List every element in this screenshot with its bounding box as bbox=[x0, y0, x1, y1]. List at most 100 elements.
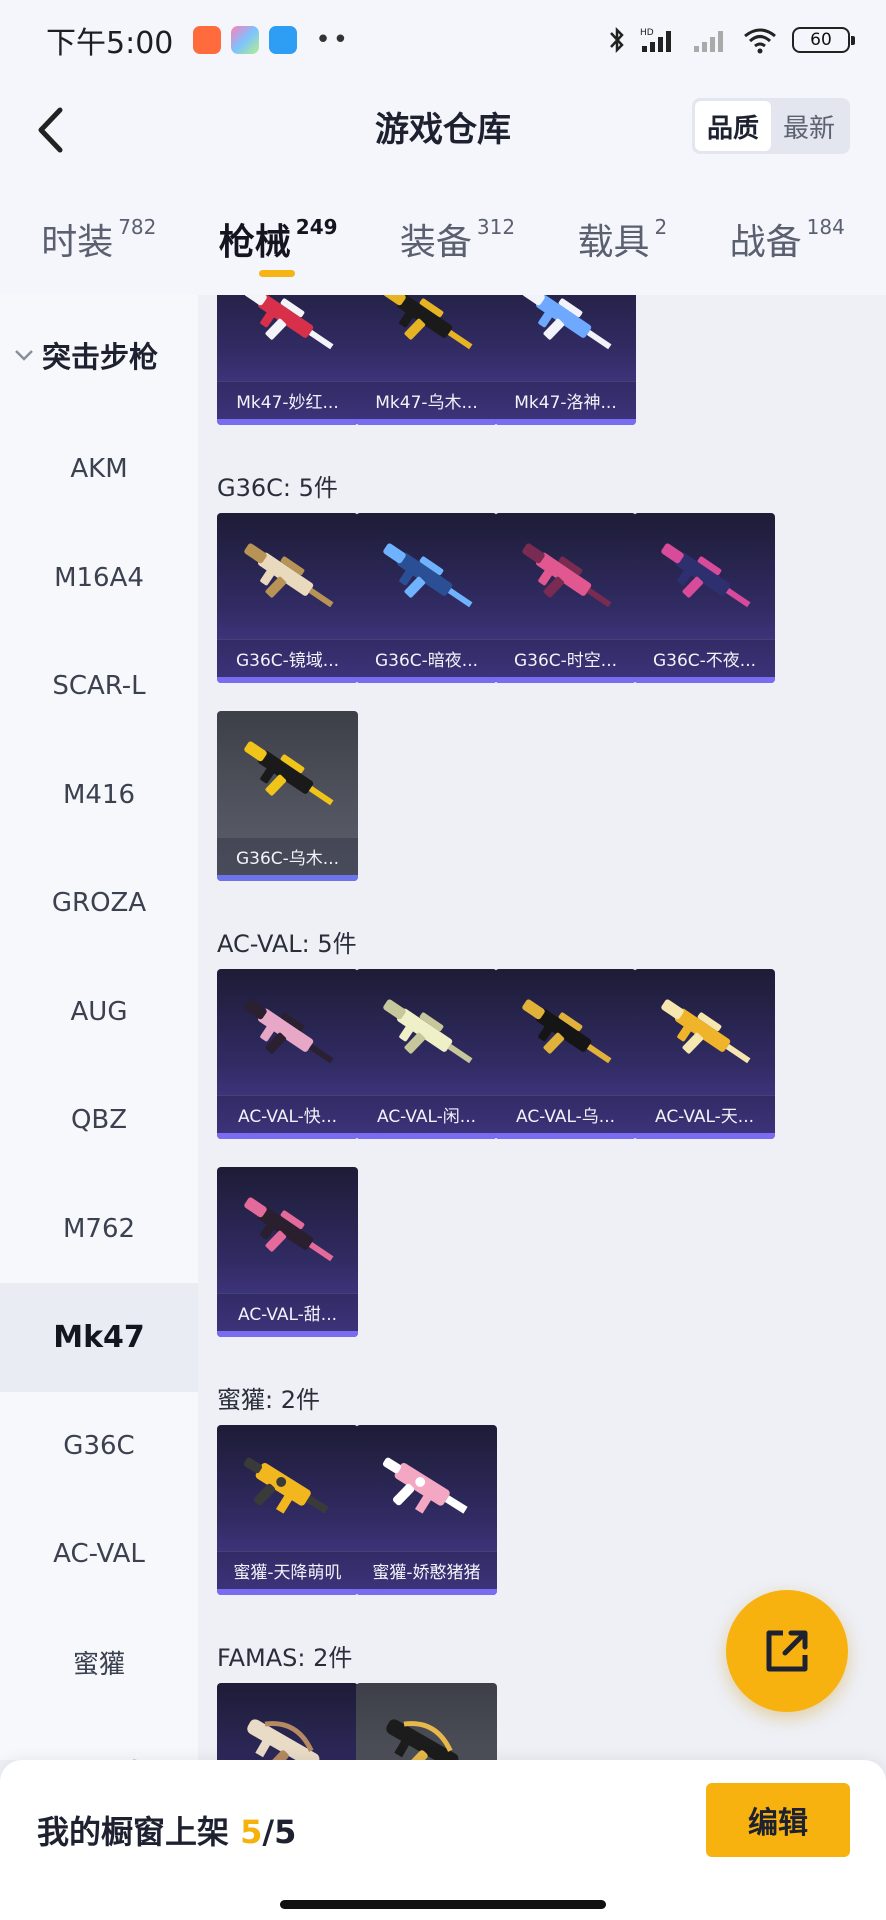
rifle-icon bbox=[244, 999, 334, 1064]
share-button[interactable] bbox=[726, 1590, 848, 1712]
tab-count: 249 bbox=[295, 215, 338, 239]
sort-quality-option[interactable]: 品质 bbox=[695, 101, 771, 151]
status-bar: 下午5:00 •• HD 60 bbox=[0, 0, 886, 80]
sort-toggle: 品质 最新 bbox=[692, 98, 850, 154]
tab-count: 184 bbox=[806, 215, 845, 239]
bullpup-icon bbox=[247, 1719, 320, 1760]
weapon-skin-card[interactable]: AC-VAL-天... bbox=[634, 969, 775, 1139]
quality-bar bbox=[356, 419, 497, 425]
weapon-skin-card[interactable]: 蜜獾-娇憨猪猪 bbox=[356, 1425, 497, 1595]
weapon-skin-card[interactable]: Mk47-乌木... bbox=[356, 295, 497, 425]
sidebar-item[interactable]: M16A4 bbox=[0, 524, 198, 633]
notification-app-icon bbox=[269, 26, 298, 54]
category-tabs: 时装 782 枪械 249 装备 312 载具 2 战备 184 bbox=[0, 175, 886, 295]
weapon-skin-card[interactable]: G36C-乌木... bbox=[217, 711, 358, 881]
sidebar-item[interactable]: AUG bbox=[0, 958, 198, 1067]
tab-count: 2 bbox=[654, 215, 668, 239]
sidebar-item[interactable]: Mk47 bbox=[0, 1283, 198, 1392]
smg-icon bbox=[243, 1457, 329, 1514]
sort-latest-option[interactable]: 最新 bbox=[771, 101, 847, 151]
signal-2-icon bbox=[692, 26, 728, 54]
weapon-skin-name: Mk47-洛神... bbox=[495, 381, 636, 419]
sidebar-item[interactable]: SCAR-L bbox=[0, 632, 198, 741]
sidebar-item[interactable]: G36C bbox=[0, 1392, 198, 1501]
tab-fashion[interactable]: 时装 782 bbox=[41, 175, 156, 295]
rifle-icon bbox=[661, 999, 751, 1064]
showcase-total-count: /5 bbox=[262, 1813, 297, 1851]
tab-label: 枪械 bbox=[218, 222, 291, 263]
wifi-icon bbox=[742, 26, 778, 54]
weapon-skin-card[interactable]: Mk47-洛神... bbox=[495, 295, 636, 425]
showcase-used-count: 5 bbox=[240, 1813, 263, 1851]
quality-bar bbox=[634, 1133, 775, 1139]
rifle-icon bbox=[661, 543, 751, 608]
quality-bar bbox=[634, 677, 775, 683]
weapon-skin-name: G36C-时空... bbox=[495, 639, 636, 677]
sidebar-group-assault-rifles[interactable]: 突击步枪 bbox=[0, 295, 198, 415]
weapon-skin-card[interactable]: Mk47-妙红... bbox=[217, 295, 358, 425]
tab-vehicles[interactable]: 载具 2 bbox=[577, 175, 667, 295]
sidebar-item[interactable]: M762 bbox=[0, 1175, 198, 1284]
tab-label: 装备 bbox=[399, 222, 472, 263]
share-icon bbox=[766, 1630, 808, 1672]
sidebar-item[interactable]: M416 bbox=[0, 741, 198, 850]
header: 游戏仓库 品质 最新 bbox=[0, 80, 886, 175]
smg-icon bbox=[382, 1457, 468, 1514]
sidebar-list: AKM M16A4 SCAR-L M416 GROZA AUG QBZ M762 Mk47 G36… bbox=[0, 415, 198, 1760]
edit-button[interactable]: 编辑 bbox=[706, 1783, 850, 1857]
weapon-skin-card[interactable]: AC-VAL-闲... bbox=[356, 969, 497, 1139]
weapon-skin-card[interactable]: G36C-镜域... bbox=[217, 513, 358, 683]
weapon-skin-name: AC-VAL-闲... bbox=[356, 1095, 497, 1133]
quality-bar bbox=[217, 419, 358, 425]
weapon-skin-card[interactable]: G36C-不夜... bbox=[634, 513, 775, 683]
weapon-skin-name: AC-VAL-快... bbox=[217, 1095, 358, 1133]
weapon-skin-card[interactable]: AC-VAL-乌... bbox=[495, 969, 636, 1139]
rifle-icon bbox=[383, 295, 473, 350]
sidebar-item[interactable]: FAMAS bbox=[0, 1717, 198, 1760]
tab-supplies[interactable]: 战备 184 bbox=[730, 175, 845, 295]
rifle-icon bbox=[244, 543, 334, 608]
weapon-skin-name: G36C-不夜... bbox=[634, 639, 775, 677]
weapon-skin-name: G36C-镜域... bbox=[217, 639, 358, 677]
weapon-skin-card[interactable]: Famas-乌木... bbox=[356, 1683, 497, 1760]
bluetooth-icon bbox=[608, 26, 626, 54]
sidebar-item[interactable]: AKM bbox=[0, 415, 198, 524]
showcase-status: 我的橱窗上架 5/5 bbox=[37, 1807, 296, 1853]
sidebar-item[interactable]: AC-VAL bbox=[0, 1500, 198, 1609]
rifle-icon bbox=[522, 999, 612, 1064]
sidebar-item[interactable]: QBZ bbox=[0, 1066, 198, 1175]
quality-bar bbox=[217, 1133, 358, 1139]
quality-bar bbox=[356, 1133, 497, 1139]
rifle-icon bbox=[244, 1197, 334, 1262]
sidebar-item[interactable]: 蜜獾 bbox=[0, 1609, 198, 1718]
weapon-skin-card[interactable]: Famas-镜域... bbox=[217, 1683, 358, 1760]
tab-label: 战备 bbox=[729, 222, 802, 263]
tab-equipment[interactable]: 装备 312 bbox=[400, 175, 515, 295]
sidebar-item[interactable]: GROZA bbox=[0, 849, 198, 958]
home-indicator[interactable] bbox=[280, 1900, 606, 1909]
weapon-skin-name: Mk47-妙红... bbox=[217, 381, 358, 419]
weapon-skin-card[interactable]: AC-VAL-甜... bbox=[217, 1167, 358, 1337]
weapon-skin-card[interactable]: 蜜獾-天降萌叽 bbox=[217, 1425, 358, 1595]
section-title: AC-VAL: 5件 bbox=[217, 930, 357, 958]
weapon-skin-card[interactable]: G36C-时空... bbox=[495, 513, 636, 683]
battery-icon: 60 bbox=[792, 27, 855, 53]
weapon-type-sidebar: 突击步枪 AKM M16A4 SCAR-L M416 GROZA AUG QBZ M762 Mk… bbox=[0, 295, 198, 1760]
chevron-down-icon bbox=[15, 350, 33, 361]
weapon-skin-card[interactable]: G36C-暗夜... bbox=[356, 513, 497, 683]
tab-weapons[interactable]: 枪械 249 bbox=[219, 175, 338, 295]
weapon-skin-name: AC-VAL-甜... bbox=[217, 1293, 358, 1331]
section-title: FAMAS: 2件 bbox=[217, 1644, 353, 1672]
sidebar-group-label: 突击步枪 bbox=[42, 340, 159, 374]
quality-bar bbox=[495, 677, 636, 683]
weapon-skin-card[interactable]: AC-VAL-快... bbox=[217, 969, 358, 1139]
quality-bar bbox=[356, 677, 497, 683]
signal-icon: HD bbox=[640, 26, 678, 54]
quality-bar bbox=[495, 419, 636, 425]
rifle-icon bbox=[522, 295, 612, 350]
quality-bar bbox=[217, 677, 358, 683]
quality-bar bbox=[495, 1133, 636, 1139]
tab-label: 载具 bbox=[577, 222, 650, 263]
active-tab-indicator bbox=[258, 270, 295, 277]
weapon-skin-grid: Mk47-妙红... Mk47-乌木... Mk47-洛神... G36C: 5件… bbox=[198, 295, 886, 1760]
